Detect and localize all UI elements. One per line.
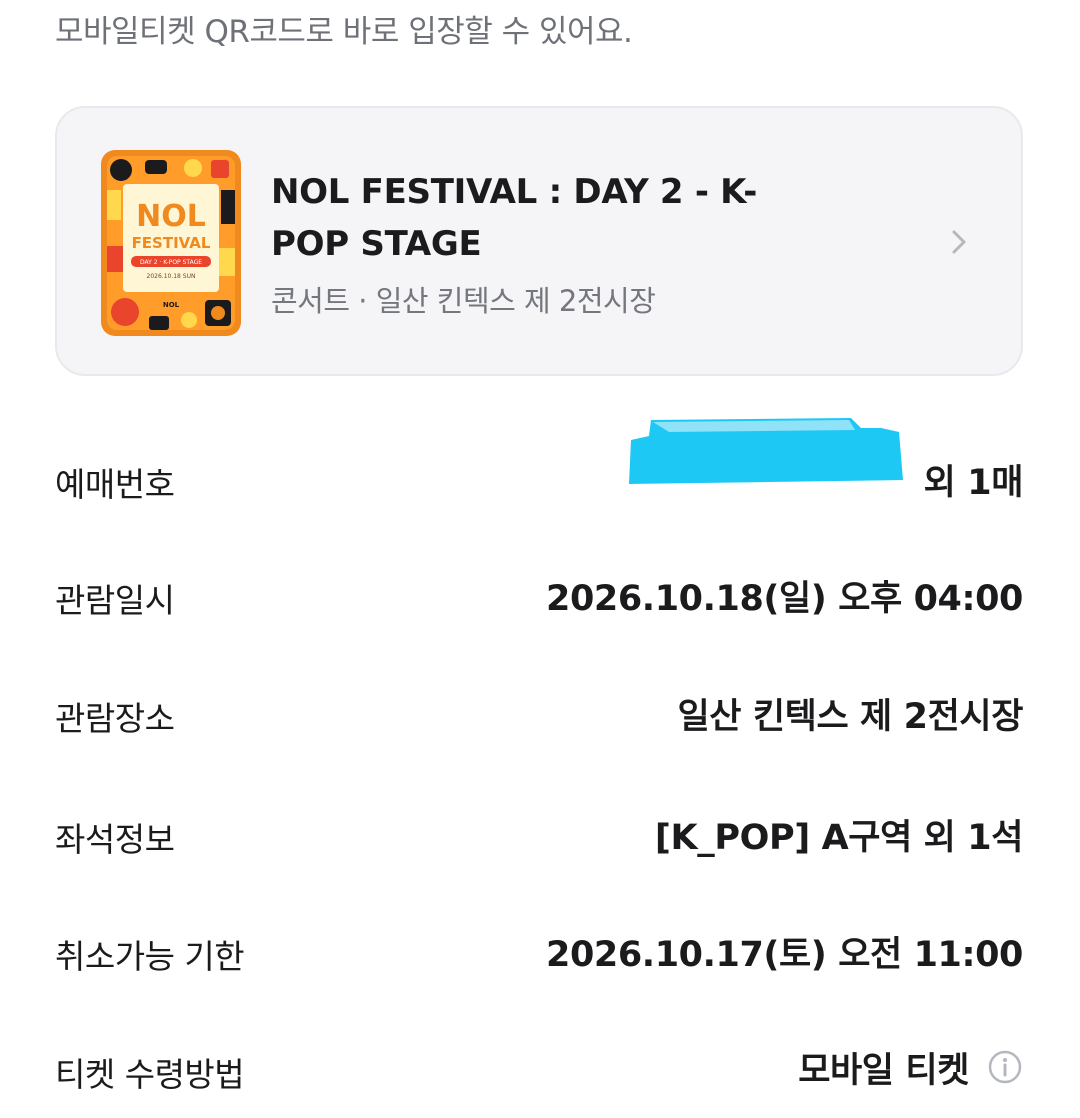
venue-label: 관람장소 (55, 699, 175, 738)
seat-value: [K_POP] A구역 외 1석 (654, 818, 1023, 858)
row-ticket-method: 티켓 수령방법 모바일 티켓 (55, 1040, 1023, 1100)
info-icon[interactable] (987, 1049, 1023, 1085)
row-seat-info: 좌석정보 [K_POP] A구역 외 1석 (55, 805, 1023, 865)
event-title: NOL FESTIVAL : DAY 2 - K-POP STAGE (271, 172, 758, 264)
chevron-right-icon[interactable] (943, 226, 975, 258)
row-reservation-number: 예매번호 외 1매 (55, 418, 1024, 510)
ticket-method-label: 티켓 수령방법 (55, 1055, 245, 1094)
entry-notice: 모바일티켓 QR코드로 바로 입장할 수 있어요. (55, 14, 633, 50)
row-cancel-deadline: 취소가능 기한 2026.10.17(토) 오전 11:00 (55, 922, 1023, 982)
cancel-deadline-label: 취소가능 기한 (55, 937, 245, 976)
poster-logo-line1: NOL (136, 199, 206, 234)
reservation-value: 외 1매 (923, 463, 1024, 503)
poster-date: 2026.10.18 SUN (147, 273, 196, 280)
event-subtitle: 콘서트 · 일산 킨텍스 제 2전시장 (271, 284, 656, 318)
event-poster: NOL FESTIVAL DAY 2 · K-POP STAGE 2026.10… (101, 150, 241, 336)
datetime-label: 관람일시 (55, 581, 175, 620)
event-card[interactable]: NOL FESTIVAL DAY 2 · K-POP STAGE 2026.10… (55, 106, 1023, 376)
poster-logo-line2: FESTIVAL (132, 234, 211, 252)
cancel-deadline-value: 2026.10.17(토) 오전 11:00 (546, 935, 1023, 975)
poster-ribbon: DAY 2 · K-POP STAGE (140, 259, 202, 266)
redaction-mark (629, 418, 903, 484)
reservation-label: 예매번호 (55, 465, 175, 504)
venue-value: 일산 킨텍스 제 2전시장 (677, 697, 1023, 737)
datetime-value: 2026.10.18(일) 오후 04:00 (546, 579, 1023, 619)
seat-label: 좌석정보 (55, 820, 175, 859)
poster-brand: NOL (163, 301, 180, 309)
row-venue: 관람장소 일산 킨텍스 제 2전시장 (55, 684, 1023, 744)
row-view-datetime: 관람일시 2026.10.18(일) 오후 04:00 (55, 566, 1023, 626)
ticket-method-value-group: 모바일 티켓 (798, 1042, 1023, 1092)
ticket-method-value: 모바일 티켓 (798, 1050, 969, 1091)
